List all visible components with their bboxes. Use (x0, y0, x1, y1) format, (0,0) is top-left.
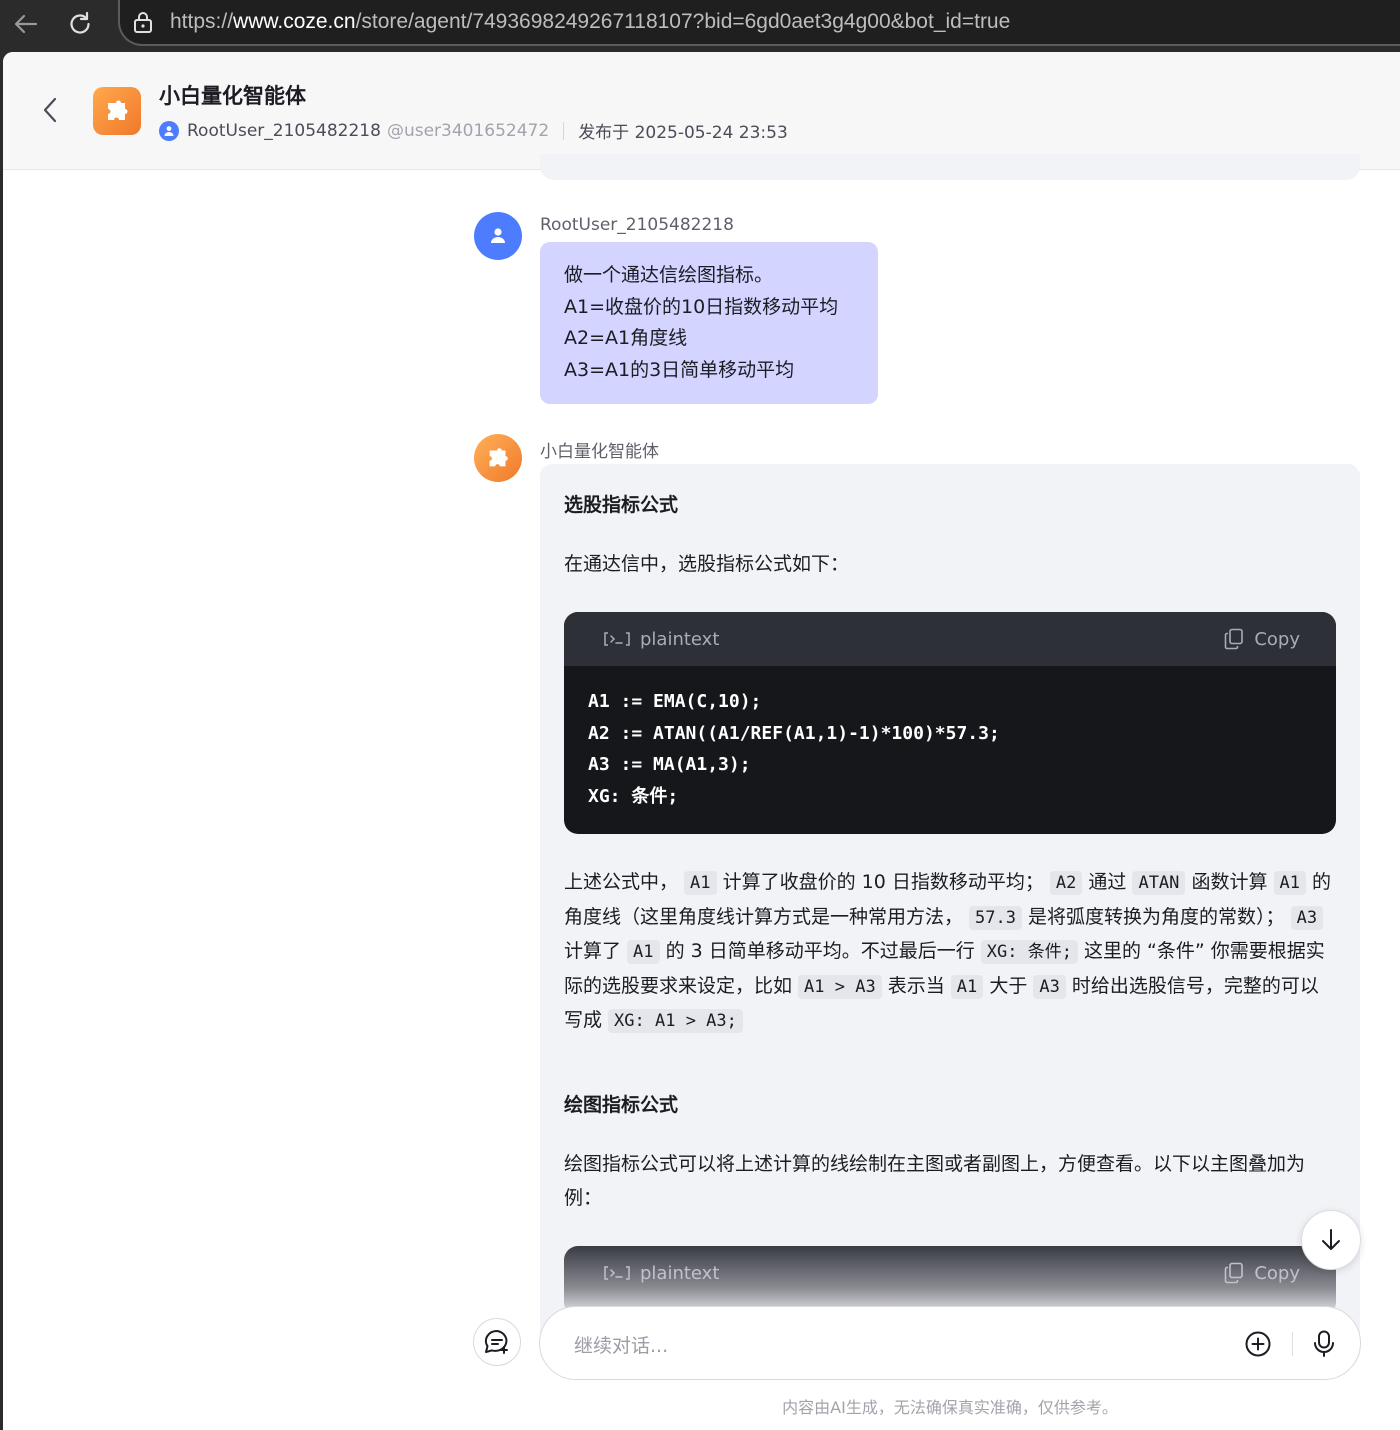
copy-label: Copy (1254, 1262, 1300, 1284)
browser-reload-button[interactable] (62, 6, 98, 42)
copy-icon (1225, 1262, 1244, 1284)
code-block-header: plaintext Copy (564, 612, 1336, 666)
previous-message-bubble (540, 154, 1360, 180)
chat-input-placeholder[interactable]: 继续对话... (574, 1331, 668, 1358)
user-message-line: A2=A1角度线 (564, 327, 688, 349)
browser-back-button[interactable] (8, 6, 44, 42)
inline-code: A3 (1290, 905, 1324, 930)
bot-avatar (474, 434, 522, 482)
bot-name: 小白量化智能体 (540, 442, 659, 462)
user-message-line: 做一个通达信绘图指标。 (564, 264, 774, 286)
url-text: https://www.coze.cn/store/agent/74936982… (170, 10, 1011, 33)
bot-message-bubble: 选股指标公式 在通达信中，选股指标公式如下： plaintext Copy A1… (540, 464, 1360, 1364)
inline-code: A1 (627, 940, 660, 964)
puzzle-icon (489, 448, 508, 467)
code-language: plaintext (604, 1263, 719, 1284)
inline-code: A1 (684, 871, 717, 895)
agent-title: 小白量化智能体 (159, 84, 306, 108)
terminal-icon (604, 1266, 630, 1280)
code-block: plaintext Copy A1 := EMA(C,10); A2 := AT… (564, 612, 1336, 834)
code-line: A3 := MA(A1,3); (588, 754, 751, 775)
code-line: XG: 条件; (588, 785, 679, 807)
chevron-left-icon (43, 97, 57, 123)
author-handle: @user3401652472 (386, 120, 550, 141)
code-line: A1 := EMA(C,10); (588, 691, 762, 712)
section-intro: 在通达信中，选股指标公式如下： (564, 553, 850, 575)
page-content: 小白量化智能体 RootUser_2105482218 @user3401652… (3, 52, 1400, 1430)
copy-label: Copy (1254, 628, 1300, 650)
terminal-icon (604, 632, 630, 646)
agent-avatar (93, 87, 141, 135)
copy-code-button[interactable]: Copy (1224, 628, 1300, 650)
user-name: RootUser_2105482218 (540, 215, 734, 235)
agent-header: 小白量化智能体 RootUser_2105482218 @user3401652… (3, 52, 1400, 170)
lock-icon (134, 12, 152, 33)
user-message-line: A3=A1的3日简单移动平均 (564, 358, 795, 381)
copy-code-button[interactable]: Copy (1224, 1262, 1300, 1284)
user-icon (491, 228, 505, 243)
new-chat-icon (484, 1329, 508, 1354)
browser-toolbar: https://www.coze.cn/store/agent/74936982… (0, 0, 1400, 52)
inline-code: XG: 条件; (980, 940, 1078, 964)
inline-code: A3 (1033, 974, 1066, 999)
copy-icon (1225, 628, 1244, 650)
scroll-to-bottom-button[interactable] (1301, 1210, 1361, 1270)
input-divider (1292, 1332, 1293, 1356)
user-message-line: A1=收盘价的10日指数移动平均 (564, 295, 839, 318)
voice-input-button[interactable] (1310, 1329, 1338, 1359)
explanation-paragraph: 上述公式中， A1 计算了收盘价的 10 日指数移动平均； A2 通过 ATAN… (564, 871, 1332, 1033)
code-content: A1 := EMA(C,10); A2 := ATAN((A1/REF(A1,1… (564, 666, 1336, 832)
microphone-icon (1314, 1330, 1334, 1357)
section-intro: 绘图指标公式可以将上述计算的线绘制在主图或者副图上，方便查看。以下以主图叠加为例… (564, 1153, 1306, 1209)
user-icon (164, 125, 174, 136)
publish-date: 发布于 2025-05-24 23:53 (578, 123, 788, 143)
reload-icon (70, 11, 90, 34)
code-language-label: plaintext (640, 628, 720, 650)
new-chat-button[interactable] (473, 1318, 521, 1366)
author-avatar (159, 120, 179, 141)
user-avatar (474, 212, 522, 260)
section-heading: 选股指标公式 (564, 494, 679, 516)
puzzle-icon (108, 100, 128, 120)
inline-code: A2 (1049, 871, 1083, 895)
agent-meta: RootUser_2105482218 @user3401652472 发布于 … (159, 118, 788, 143)
section-heading: 绘图指标公式 (564, 1094, 679, 1116)
inline-code: A1 (1273, 871, 1306, 895)
back-button[interactable] (35, 92, 65, 128)
inline-code: ATAN (1132, 871, 1186, 895)
arrow-down-icon (1322, 1229, 1340, 1250)
code-language-label: plaintext (640, 1262, 720, 1284)
user-message-bubble: 做一个通达信绘图指标。 A1=收盘价的10日指数移动平均 A2=A1角度线 A3… (540, 242, 878, 404)
attach-button[interactable] (1244, 1330, 1272, 1358)
inline-code: A1 > A3 (798, 974, 882, 999)
inline-code: 57.3 (969, 905, 1022, 930)
back-arrow-icon (14, 14, 38, 34)
code-block-header: plaintext Copy (564, 1246, 1336, 1300)
site-info-button[interactable] (132, 11, 154, 33)
address-bar[interactable]: https://www.coze.cn/store/agent/74936982… (118, 0, 1400, 46)
inline-code: XG: A1 > A3; (608, 1009, 743, 1033)
plus-circle-icon (1245, 1331, 1271, 1357)
inline-code: A1 (950, 974, 984, 999)
meta-divider (563, 121, 565, 140)
author-name[interactable]: RootUser_2105482218 (187, 121, 381, 141)
ai-disclaimer: 内容由AI生成，无法确保真实准确，仅供参考。 (782, 1398, 1118, 1417)
code-line: A2 := ATAN((A1/REF(A1,1)-1)*100)*57.3; (588, 722, 1000, 744)
code-language: plaintext (604, 629, 719, 650)
chat-input-box[interactable]: 继续对话... (539, 1306, 1361, 1380)
